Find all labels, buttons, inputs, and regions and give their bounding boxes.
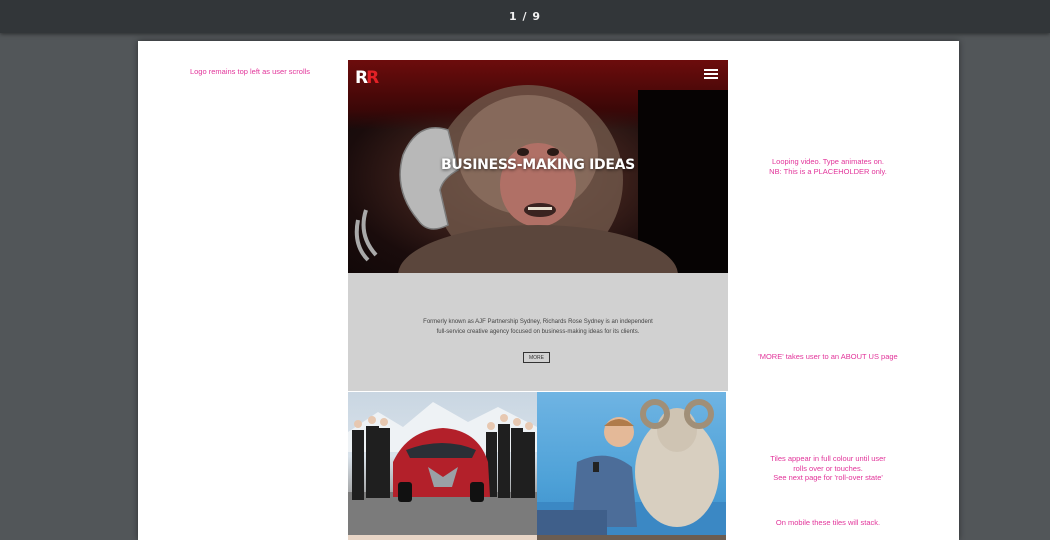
hero-video-placeholder: RR BUSINESS-MAKING IDEAS bbox=[348, 60, 728, 273]
note-logo: Logo remains top left as user scrolls bbox=[189, 67, 311, 76]
tile-partial-left[interactable] bbox=[348, 535, 537, 540]
man-sheep-image bbox=[537, 399, 726, 535]
hero-title: BUSINESS-MAKING IDEAS bbox=[441, 157, 635, 173]
tile-partial-right[interactable] bbox=[537, 535, 726, 540]
page-counter: 1 / 9 bbox=[509, 10, 541, 23]
more-button[interactable]: MORE bbox=[523, 352, 550, 363]
website-mockup: RR BUSINESS-MAKING IDEAS Formerly known … bbox=[348, 60, 728, 540]
note-mobile: On mobile these tiles will stack. bbox=[775, 518, 881, 527]
intro-text: Formerly known as AJF Partnership Sydney… bbox=[423, 319, 653, 335]
note-video: Looping video. Type animates on. NB: Thi… bbox=[769, 157, 887, 176]
tile-car-team[interactable] bbox=[348, 392, 537, 535]
pdf-page: Logo remains top left as user scrolls Lo… bbox=[138, 41, 959, 540]
hamburger-menu-icon[interactable] bbox=[704, 69, 718, 79]
car-team-image bbox=[348, 402, 537, 535]
rr-logo[interactable]: RR bbox=[355, 68, 379, 88]
note-tiles: Tiles appear in full colour until user r… bbox=[770, 454, 886, 482]
note-more: 'MORE' takes user to an ABOUT US page bbox=[758, 352, 898, 361]
intro-section: Formerly known as AJF Partnership Sydney… bbox=[348, 273, 728, 391]
pdf-viewer-toolbar: 1 / 9 bbox=[0, 0, 1050, 33]
tile-man-sheep[interactable] bbox=[537, 392, 726, 535]
